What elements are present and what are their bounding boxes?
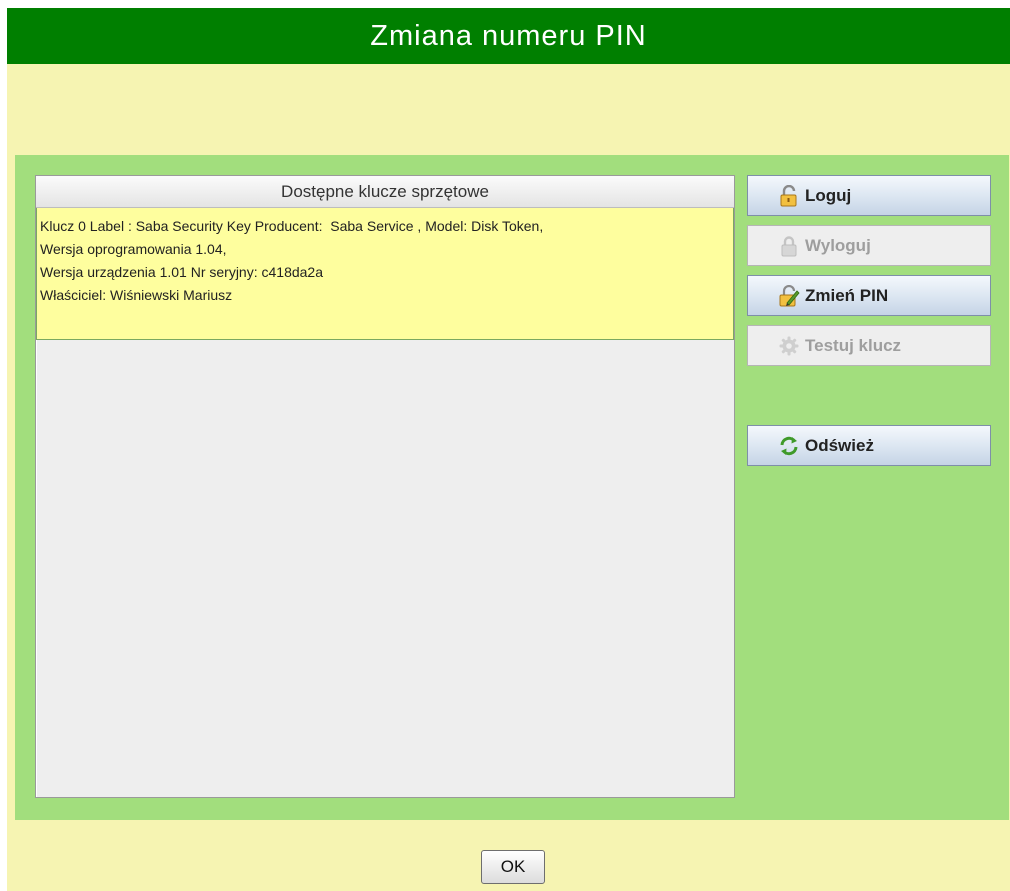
keys-list-header: Dostępne klucze sprzętowe [36, 176, 734, 208]
padlock-icon [777, 234, 801, 258]
dialog-title: Zmiana numeru PIN [7, 8, 1010, 64]
login-button[interactable]: Loguj [747, 175, 991, 216]
key-info-line: Wersja urządzenia 1.01 Nr seryjny: c418d… [40, 264, 324, 280]
ok-button[interactable]: OK [481, 850, 545, 884]
key-info-line: Właściciel: Wiśniewski Mariusz [40, 287, 233, 303]
key-info-line: Wersja oprogramowania 1.04, [40, 241, 227, 257]
pin-change-dialog: Zmiana numeru PIN Dostępne klucze sprzęt… [7, 8, 1010, 891]
padlock-open-icon [777, 184, 801, 208]
key-info-line: Klucz 0 Label : Saba Security Key Produc… [40, 218, 544, 234]
test-key-button[interactable]: Testuj klucz [747, 325, 991, 366]
logout-button[interactable]: Wyloguj [747, 225, 991, 266]
hardware-keys-list[interactable]: Dostępne klucze sprzętowe Klucz 0 Label … [35, 175, 735, 798]
gear-icon [777, 334, 801, 358]
change-pin-button[interactable]: Zmień PIN [747, 275, 991, 316]
key-list-item[interactable]: Klucz 0 Label : Saba Security Key Produc… [36, 208, 734, 340]
refresh-button[interactable]: Odśwież [747, 425, 991, 466]
refresh-button-label: Odśwież [805, 435, 874, 455]
content-panel: Dostępne klucze sprzętowe Klucz 0 Label … [15, 155, 1009, 820]
refresh-icon [777, 434, 801, 458]
login-button-label: Loguj [805, 185, 852, 205]
change-pin-button-label: Zmień PIN [805, 285, 889, 305]
logout-button-label: Wyloguj [805, 235, 871, 255]
edit-icon [777, 284, 801, 308]
test-key-button-label: Testuj klucz [805, 335, 902, 355]
